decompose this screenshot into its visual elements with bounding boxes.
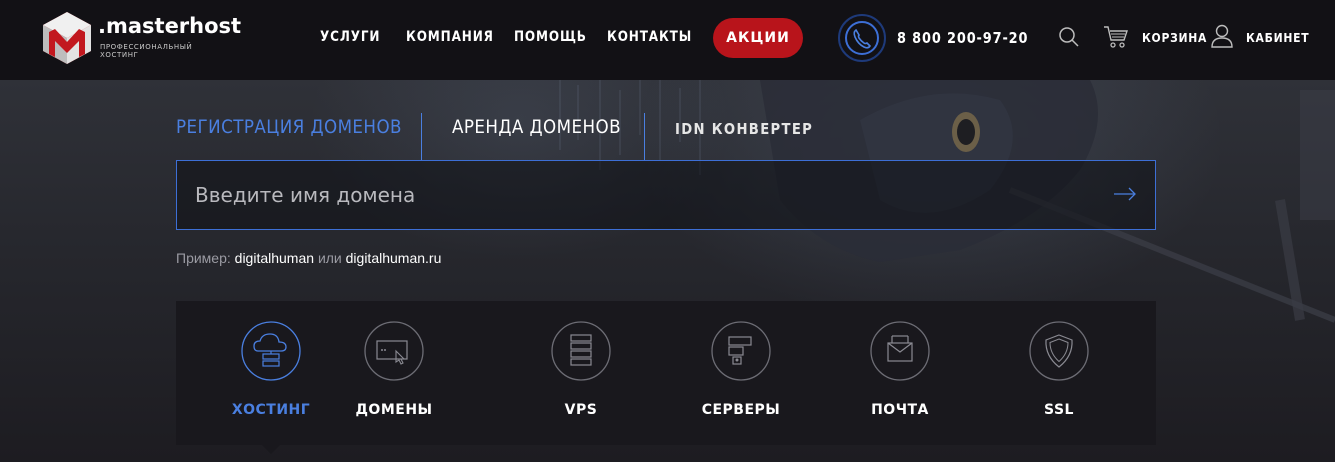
nav-item-services[interactable]: УСЛУГИ <box>320 29 380 45</box>
shield-icon <box>1029 321 1089 381</box>
phone-number[interactable]: 8 800 200-97-20 <box>897 29 1028 47</box>
cart-link[interactable]: КОРЗИНА <box>1142 31 1207 45</box>
tab-divider <box>421 113 422 161</box>
tab-idn-converter[interactable]: IDN КОНВЕРТЕР <box>675 120 813 138</box>
promo-button[interactable]: АКЦИИ <box>713 18 803 58</box>
tab-domain-registration[interactable]: РЕГИСТРАЦИЯ ДОМЕНОВ <box>176 116 402 138</box>
tab-divider <box>644 113 645 161</box>
example-joiner: или <box>317 250 342 266</box>
nav-item-help[interactable]: ПОМОЩЬ <box>514 29 587 45</box>
vps-stack-icon <box>551 321 611 381</box>
logo-tagline: профессиональный хостинг <box>100 43 193 59</box>
cabinet-link[interactable]: КАБИНЕТ <box>1246 31 1309 45</box>
example-prefix: Пример: <box>176 250 231 266</box>
domain-example: Пример: digitalhuman или digitalhuman.ru <box>176 250 441 266</box>
domain-search-input[interactable] <box>177 161 1097 228</box>
phone-icon[interactable] <box>837 13 887 63</box>
service-label: VPS <box>564 402 598 418</box>
active-service-pointer <box>262 445 280 454</box>
domain-browser-icon <box>364 321 424 381</box>
cart-icon[interactable] <box>1103 25 1129 49</box>
service-vps[interactable]: VPS <box>501 301 661 445</box>
service-servers[interactable]: СЕРВЕРЫ <box>661 301 821 445</box>
mail-icon <box>870 321 930 381</box>
logo-name: .masterhost <box>98 14 242 38</box>
nav-item-company[interactable]: КОМПАНИЯ <box>406 29 494 45</box>
cloud-server-icon <box>241 321 301 381</box>
service-domains[interactable]: ДОМЕНЫ <box>314 301 474 445</box>
logo[interactable]: .masterhost профессиональный хостинг <box>40 10 242 66</box>
user-icon[interactable] <box>1211 24 1233 48</box>
arrow-right-icon[interactable] <box>1113 187 1137 201</box>
site-header: .masterhost профессиональный хостинг УСЛ… <box>0 0 1335 80</box>
logo-mark-icon <box>43 12 91 64</box>
example-value-2[interactable]: digitalhuman.ru <box>346 250 442 266</box>
service-label: СЕРВЕРЫ <box>701 402 781 418</box>
nav-item-contacts[interactable]: КОНТАКТЫ <box>607 29 692 45</box>
hero-section: РЕГИСТРАЦИЯ ДОМЕНОВ АРЕНДА ДОМЕНОВ IDN К… <box>0 80 1335 462</box>
example-value-1[interactable]: digitalhuman <box>235 250 314 266</box>
service-label: ДОМЕНЫ <box>355 402 433 418</box>
service-label: SSL <box>1044 402 1074 418</box>
service-label: ПОЧТА <box>871 402 929 418</box>
service-ssl[interactable]: SSL <box>979 301 1139 445</box>
search-icon[interactable] <box>1058 26 1080 48</box>
tab-domain-rent[interactable]: АРЕНДА ДОМЕНОВ <box>452 116 621 138</box>
service-mail[interactable]: ПОЧТА <box>820 301 980 445</box>
domain-search-box <box>176 160 1156 230</box>
server-icon <box>711 321 771 381</box>
services-panel: ХОСТИНГ ДОМЕНЫ VPS СЕРВЕРЫ ПОЧТА SSL <box>176 301 1156 445</box>
